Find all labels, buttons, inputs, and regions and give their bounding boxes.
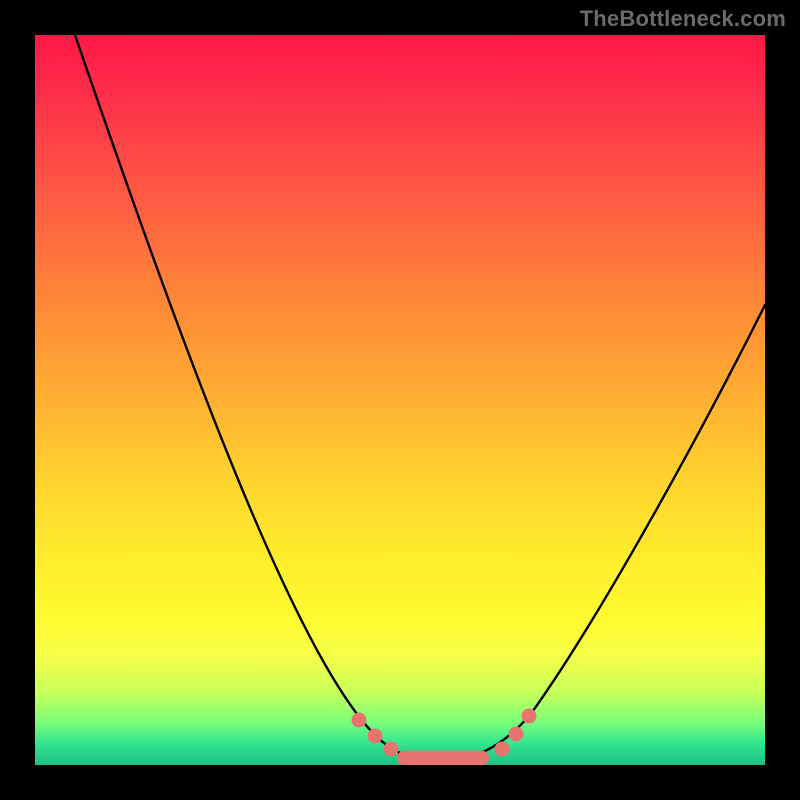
marker-dot (509, 727, 524, 742)
marker-dot (522, 709, 537, 724)
marker-dot (352, 713, 367, 728)
watermark-text: TheBottleneck.com (580, 6, 786, 32)
marker-layer (35, 35, 765, 765)
marker-dot (495, 742, 510, 757)
marker-dot (384, 742, 399, 757)
plot-area (35, 35, 765, 765)
chart-frame: TheBottleneck.com (0, 0, 800, 800)
marker-dot (368, 729, 383, 744)
marker-bar (397, 751, 489, 766)
